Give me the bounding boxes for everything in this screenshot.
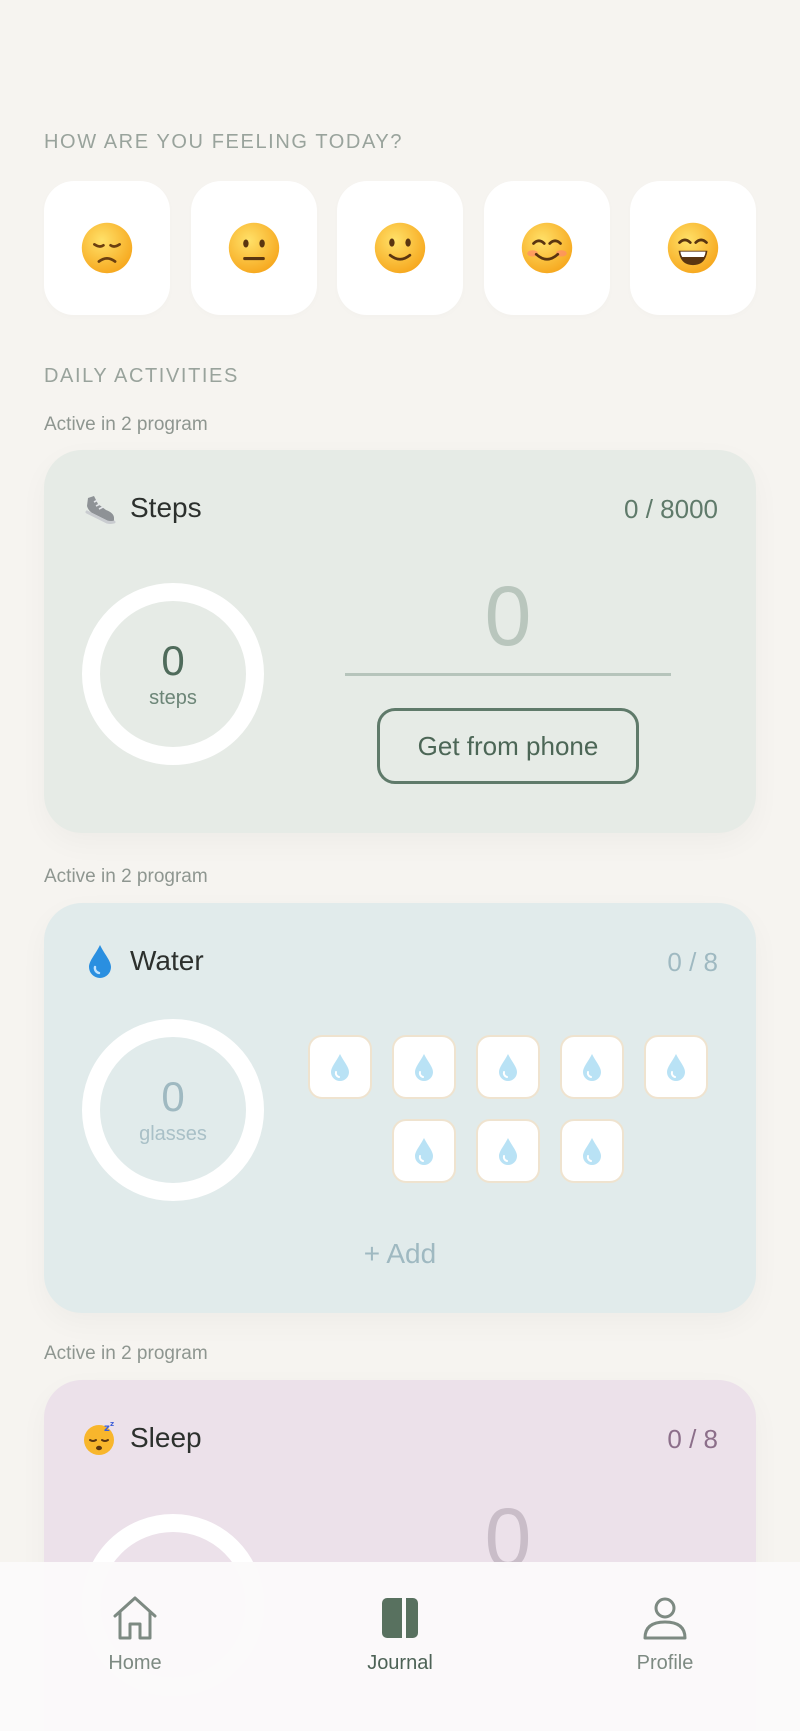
sleeping-face-icon: z z (82, 1420, 118, 1456)
water-glass-1[interactable] (308, 1035, 372, 1099)
tab-home-label: Home (108, 1652, 162, 1674)
water-count: 0 (161, 1072, 185, 1120)
steps-input-underline (345, 673, 671, 676)
water-card: Water 0 / 8 0 glasses + Add (44, 903, 756, 1313)
water-card-header: Water (82, 943, 204, 979)
droplet-icon (331, 1054, 349, 1081)
steps-count: 0 (161, 636, 185, 684)
steps-input[interactable]: 0 (345, 568, 671, 665)
steps-card-header: Steps (82, 490, 202, 526)
water-glass-4[interactable] (560, 1035, 624, 1099)
droplet-icon (667, 1054, 685, 1081)
steps-goal: 0 / 8000 (624, 494, 718, 524)
water-glass-6[interactable] (392, 1119, 456, 1183)
tab-journal[interactable]: Journal (345, 1562, 455, 1731)
droplet-icon (415, 1054, 433, 1081)
steps-unit: steps (149, 686, 197, 709)
droplet-icon (583, 1138, 601, 1165)
water-glasses-grid (308, 1035, 708, 1203)
mood-option-neutral[interactable] (190, 181, 317, 315)
mood-section-title: HOW ARE YOU FEELING TODAY? (44, 131, 404, 153)
droplet-icon (82, 943, 118, 979)
water-program-note: Active in 2 program (44, 866, 208, 887)
water-glass-7[interactable] (476, 1119, 540, 1183)
neutral-face-icon (228, 222, 279, 274)
mood-option-smiling[interactable] (483, 181, 610, 315)
water-title: Water (130, 945, 204, 976)
sleep-title: Sleep (130, 1422, 202, 1453)
steps-card: Steps 0 / 8000 0 steps 0 Get from phone (44, 450, 756, 833)
steps-title: Steps (130, 492, 202, 523)
get-from-phone-button[interactable]: Get from phone (377, 708, 639, 784)
droplet-icon (415, 1138, 433, 1165)
grinning-face-icon (667, 222, 719, 274)
disappointed-face-icon (81, 222, 133, 274)
steps-progress-ring: 0 steps (82, 583, 264, 765)
water-goal: 0 / 8 (667, 947, 718, 977)
mood-option-disappointed[interactable] (44, 181, 170, 315)
bottom-tab-bar: Home Journal Profile (0, 1562, 800, 1731)
tab-home[interactable]: Home (80, 1562, 190, 1731)
steps-program-note: Active in 2 program (44, 414, 208, 435)
person-icon (643, 1597, 687, 1640)
mood-selector (44, 181, 756, 315)
home-icon (113, 1596, 157, 1640)
tab-profile-label: Profile (636, 1652, 694, 1674)
tab-profile[interactable]: Profile (610, 1562, 720, 1731)
tab-journal-label: Journal (367, 1652, 433, 1674)
svg-text:z: z (110, 1420, 114, 1428)
water-glass-3[interactable] (476, 1035, 540, 1099)
sleep-goal: 0 / 8 (667, 1424, 718, 1454)
mood-option-grinning[interactable] (630, 181, 756, 315)
shoe-icon (82, 490, 118, 526)
smiling-face-icon (521, 222, 572, 274)
add-water-button[interactable]: + Add (44, 1238, 756, 1270)
sleep-card-header: z z Sleep (82, 1420, 202, 1456)
sleep-program-note: Active in 2 program (44, 1343, 208, 1364)
water-glass-2[interactable] (392, 1035, 456, 1099)
daily-activities-title: DAILY ACTIVITIES (44, 365, 239, 387)
droplet-icon (499, 1054, 517, 1081)
journal-icon (382, 1598, 418, 1638)
slightly-smiling-face-icon (374, 222, 426, 274)
water-glass-5[interactable] (644, 1035, 708, 1099)
droplet-icon (583, 1054, 601, 1081)
water-glass-8[interactable] (560, 1119, 624, 1183)
water-unit: glasses (139, 1122, 207, 1145)
droplet-icon (499, 1138, 517, 1165)
water-progress-ring: 0 glasses (82, 1019, 264, 1201)
mood-option-slightly-smiling[interactable] (337, 181, 463, 315)
